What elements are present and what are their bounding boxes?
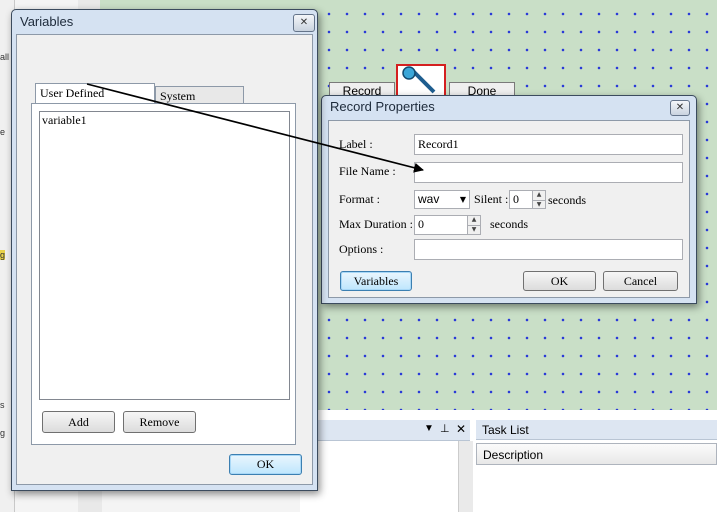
left-panel-text: s	[0, 400, 5, 410]
max-duration-spinner[interactable]: ▲ ▼	[467, 215, 481, 235]
spin-up-icon[interactable]: ▲	[468, 216, 480, 225]
dialog-body: Label : Record1 File Name : Format : wav…	[328, 120, 690, 298]
variables-list[interactable]: variable1	[39, 111, 290, 400]
window-title: Record Properties	[330, 99, 435, 114]
record-properties-window: Record Properties ✕ Label : Record1 File…	[321, 95, 697, 304]
format-select[interactable]: wav ▼	[414, 190, 470, 209]
remove-button[interactable]: Remove	[123, 411, 196, 433]
label-input[interactable]: Record1	[414, 134, 683, 155]
scrollbar[interactable]	[458, 441, 473, 512]
left-panel-text: g	[0, 250, 6, 260]
spin-down-icon[interactable]: ▼	[533, 199, 545, 209]
output-panel-body	[318, 441, 458, 512]
tab-panel: variable1 Add Remove	[31, 103, 296, 445]
format-label: Format :	[339, 192, 380, 206]
description-column-header[interactable]: Description	[476, 443, 717, 465]
left-panel-text: e	[0, 127, 6, 137]
dropdown-icon[interactable]: ▼	[424, 423, 434, 434]
output-panel-header: ▼ ⊥ ✕	[318, 420, 470, 441]
add-button[interactable]: Add	[42, 411, 115, 433]
ok-button[interactable]: OK	[523, 271, 596, 291]
close-icon[interactable]: ✕	[670, 100, 690, 116]
silent-input[interactable]: 0	[509, 190, 533, 209]
pin-icon[interactable]: ⊥	[440, 422, 450, 435]
task-list-title: Task List	[476, 420, 717, 440]
silent-label: Silent :	[474, 192, 509, 206]
spin-up-icon[interactable]: ▲	[533, 191, 545, 200]
seconds-label: seconds	[548, 193, 586, 207]
file-name-label: File Name :	[339, 164, 396, 178]
left-panel-text: g	[0, 428, 6, 438]
spin-down-icon[interactable]: ▼	[468, 225, 480, 234]
options-label: Options :	[339, 242, 384, 256]
variables-window: Variables ✕ User Defined Variables Syste…	[11, 9, 318, 491]
tab-system-variables[interactable]: System Variables	[155, 86, 244, 121]
silent-spinner[interactable]: ▲ ▼	[532, 190, 546, 209]
tab-user-defined-variables[interactable]: User Defined Variables	[35, 83, 155, 118]
file-name-input[interactable]	[414, 162, 683, 183]
format-value: wav	[418, 192, 440, 206]
close-icon[interactable]: ✕	[456, 422, 466, 436]
left-panel-text: all	[0, 52, 10, 62]
options-input[interactable]	[414, 239, 683, 260]
ok-button[interactable]: OK	[229, 454, 302, 475]
window-title: Variables	[20, 14, 74, 29]
variables-button[interactable]: Variables	[340, 271, 412, 291]
seconds-label: seconds	[490, 217, 528, 231]
label-label: Label :	[339, 137, 373, 151]
max-duration-input[interactable]: 0	[414, 215, 468, 235]
chevron-down-icon[interactable]: ▼	[460, 191, 466, 208]
variables-body: User Defined Variables System Variables …	[16, 34, 313, 485]
list-item[interactable]: variable1	[42, 113, 87, 128]
max-duration-label: Max Duration :	[339, 217, 413, 231]
cancel-button[interactable]: Cancel	[603, 271, 678, 291]
close-icon[interactable]: ✕	[293, 14, 315, 32]
microphone-icon[interactable]	[396, 64, 446, 98]
